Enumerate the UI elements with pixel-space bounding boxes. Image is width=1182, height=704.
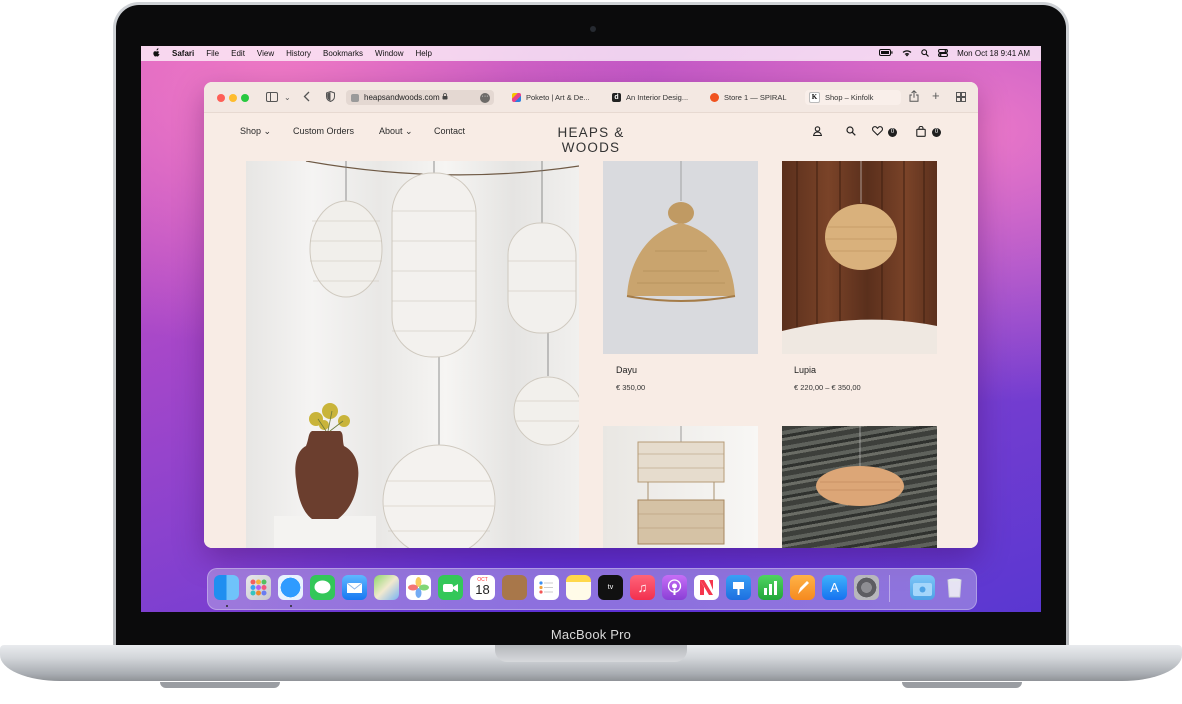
kinfolk-favicon-icon: K [809,92,820,103]
menu-file[interactable]: File [206,49,219,58]
facetime-icon[interactable] [438,575,463,600]
menu-history[interactable]: History [286,49,311,58]
music-icon[interactable]: ♫ [630,575,655,600]
tab-label: Poketo | Art & De... [526,93,590,102]
pages-icon[interactable] [790,575,815,600]
mail-icon[interactable] [342,575,367,600]
address-bar[interactable]: heapsandwoods.com ··· [346,90,494,105]
tab-label: An Interior Desig... [626,93,689,102]
nav-shop[interactable]: Shop ⌄ [240,126,271,137]
apple-menu-icon[interactable] [153,48,161,59]
menu-datetime[interactable]: Mon Oct 18 9:41 AM [957,49,1030,58]
cart-bag-icon[interactable] [916,125,926,140]
account-icon[interactable] [812,126,823,139]
running-indicator [226,605,228,607]
running-indicator [290,605,292,607]
nav-contact[interactable]: Contact [434,126,465,136]
address-text: heapsandwoods.com [364,93,440,102]
menu-edit[interactable]: Edit [231,49,245,58]
calendar-icon[interactable]: OCT 18 [470,575,495,600]
wifi-icon[interactable] [902,49,912,59]
safari-icon[interactable] [278,575,303,600]
menu-help[interactable]: Help [415,49,431,58]
safari-toolbar: ⌄ heapsandwoods.com ··· Poketo | Art & D… [204,82,978,113]
contacts-icon[interactable] [502,575,527,600]
calendar-day: 18 [475,582,490,597]
poketo-favicon-icon [512,93,521,102]
battery-icon[interactable] [879,49,893,58]
safari-window: ⌄ heapsandwoods.com ··· Poketo | Art & D… [204,82,978,548]
tab-kinfolk[interactable]: K Shop – Kinfolk [805,90,901,105]
podcasts-icon[interactable] [662,575,687,600]
sidebar-icon[interactable] [266,92,278,105]
trash-icon[interactable] [942,575,967,600]
lid-opening-notch [495,645,687,662]
launchpad-icon[interactable] [246,575,271,600]
privacy-shield-icon[interactable] [326,90,335,105]
dock: OCT 18 tv ♫ A [207,568,977,610]
product-image-oval-lantern[interactable] [782,426,937,548]
news-icon[interactable] [694,575,719,600]
product-image-lupia[interactable] [782,161,937,354]
product-name-lupia[interactable]: Lupia [794,365,816,375]
nav-about[interactable]: About ⌄ [379,126,413,137]
spiral-favicon-icon [710,93,719,102]
nav-custom-orders[interactable]: Custom Orders [293,126,354,136]
menu-app-name[interactable]: Safari [172,49,194,58]
desktop: Safari File Edit View History Bookmarks … [141,46,1041,612]
close-window-button[interactable] [217,94,225,102]
wishlist-heart-icon[interactable] [871,126,884,139]
notes-icon[interactable] [566,575,591,600]
site-favicon-icon [351,93,359,102]
minimize-window-button[interactable] [229,94,237,102]
tab-label: Shop – Kinfolk [825,93,874,102]
tab-poketo[interactable]: Poketo | Art & De... [508,90,604,105]
menu-view[interactable]: View [257,49,274,58]
product-price-lupia: € 220,00 – € 350,00 [794,383,861,392]
menu-bar: Safari File Edit View History Bookmarks … [141,46,1041,61]
menu-window[interactable]: Window [375,49,403,58]
wishlist-count-badge: 0 [888,128,897,137]
app-store-icon[interactable]: A [822,575,847,600]
tab-overview-icon[interactable] [956,92,966,105]
web-page: Shop ⌄ Custom Orders About ⌄ Contact HEA… [204,113,978,548]
cart-count-badge: 0 [932,128,941,137]
d-favicon-icon: d [612,93,621,102]
spotlight-icon[interactable] [921,48,929,59]
keynote-icon[interactable] [726,575,751,600]
search-icon[interactable] [846,126,856,139]
product-image-dayu[interactable] [603,161,758,354]
rubber-foot [902,682,1022,688]
hero-lanterns-image[interactable] [246,161,579,548]
zoom-window-button[interactable] [241,94,249,102]
control-center-icon[interactable] [938,48,949,59]
share-icon[interactable] [909,90,919,105]
brand-logo[interactable]: HEAPS & WOODS [530,125,652,155]
apple-tv-icon[interactable]: tv [598,575,623,600]
dock-divider [889,575,890,602]
numbers-icon[interactable] [758,575,783,600]
chevron-down-icon[interactable]: ⌄ [284,93,291,103]
product-name-dayu[interactable]: Dayu [616,365,637,375]
product-price-dayu: € 350,00 [616,383,646,392]
rubber-foot [160,682,280,688]
back-icon[interactable] [303,91,310,105]
messages-icon[interactable] [310,575,335,600]
page-menu-icon[interactable]: ··· [480,92,490,103]
reminders-icon[interactable] [534,575,559,600]
product-image-cylinder-lantern[interactable] [603,426,758,548]
camera [590,26,596,32]
downloads-folder-icon[interactable] [910,575,935,600]
photos-icon[interactable] [406,575,431,600]
tab-label: Store 1 — SPIRAL [724,93,787,102]
system-preferences-icon[interactable] [854,575,879,600]
tab-spiral[interactable]: Store 1 — SPIRAL [706,90,802,105]
maps-icon[interactable] [374,575,399,600]
lock-icon [442,93,448,102]
tab-interior-design[interactable]: d An Interior Desig... [608,90,704,105]
new-tab-icon[interactable]: + [932,89,940,102]
menu-bookmarks[interactable]: Bookmarks [323,49,363,58]
finder-icon[interactable] [214,575,239,600]
device-model-label: MacBook Pro [550,627,632,642]
